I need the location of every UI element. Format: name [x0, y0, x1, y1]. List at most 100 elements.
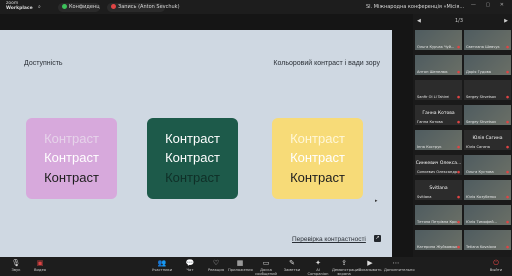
muted-mic-icon: ●: [456, 95, 460, 99]
muted-mic-icon: ●: [456, 70, 460, 74]
record-icon: [111, 4, 116, 9]
participant-name: Юлія Козубенко: [466, 195, 497, 199]
participant-tile[interactable]: Інна Кострук ●: [415, 130, 462, 150]
contrast-card-pink: Контраст Контраст Контраст: [26, 118, 117, 199]
window-title: Sl. Міжнародна конференція «Місія...: [366, 4, 465, 10]
toolbar-label: Дополнительно: [384, 268, 415, 272]
participant-name: Дарія Гудова: [466, 70, 491, 74]
toolbar-button[interactable]: ⏻ Выйти: [484, 259, 508, 272]
card-line: Контраст: [290, 131, 345, 146]
title-bar: zoom Workplace ⌕ Конфиденц Запись (Anton…: [0, 0, 512, 14]
participant-name: Sergey Shvetsov: [466, 120, 497, 124]
participant-tile[interactable]: Тетяна Петрівна Кри... ●: [415, 205, 462, 225]
search-icon[interactable]: ⌕: [38, 2, 41, 12]
video-off-icon: ▣: [36, 259, 44, 267]
participant-tile[interactable]: Ольга Курчак Чуй... ●: [415, 30, 462, 50]
leave-icon: ⏻: [493, 259, 499, 267]
contrast-card-green: Контраст Контраст Контраст: [147, 118, 238, 199]
muted-mic-icon: ●: [505, 95, 509, 99]
next-page-icon[interactable]: ▶: [504, 18, 508, 24]
participant-name: Юлія Сагина: [466, 145, 490, 149]
show-icon: ▶: [367, 259, 373, 267]
toolbar-label: Реакция: [207, 268, 225, 272]
muted-mic-icon: ●: [505, 220, 509, 224]
card-line: Контраст: [290, 170, 345, 185]
participant-name: Ольга Кустова: [466, 170, 494, 174]
participant-name: Ольга Курчак Чуй...: [417, 45, 455, 49]
toolbar-label: Приложения: [228, 268, 253, 272]
participant-tile[interactable]: Юлія Тимофей... ●: [464, 205, 511, 225]
shield-icon: [62, 4, 67, 9]
ai-companion-icon: ✦: [315, 259, 321, 267]
participant-tile[interactable]: Ганна Котова Ганна Котова ●: [415, 105, 462, 125]
slide-right-title: Кольоровий контраст і вади зору: [273, 60, 380, 67]
toolbar-button[interactable]: ▶ Показывать: [358, 259, 382, 272]
contrast-card-yellow: Контраст Контраст Контраст: [272, 118, 363, 199]
participant-name: Тетяна Петрівна Кри...: [417, 220, 460, 224]
participant-tile[interactable]: Ольга Кустова ●: [464, 155, 511, 175]
toolbar-button[interactable]: ▦ Приложения: [228, 259, 253, 272]
participant-big-name: Юлія Сагина: [472, 136, 503, 141]
shared-screen: Доступність Кольоровий контраст і вади з…: [0, 14, 413, 258]
toolbar-button[interactable]: ⋯ Дополнительно: [384, 259, 415, 272]
microphone-icon: 🎙: [11, 259, 21, 267]
participant-name: Юлія Тимофей...: [466, 220, 497, 224]
participant-name: Ганна Котова: [417, 120, 443, 124]
toolbar-label: Звук: [11, 268, 21, 272]
participant-tile[interactable]: Svitlana Svitlana ●: [415, 180, 462, 200]
meeting-toolbar: 🎙 Звук ▣ Видео 👥 Участники 💬 Чат ♡ Реакция ▦ Прилож…: [0, 257, 512, 276]
participant-tile[interactable]: Tetiana Kovalova ●: [464, 230, 511, 250]
apps-icon: ▦: [236, 259, 244, 267]
muted-mic-icon: ●: [456, 245, 460, 249]
participant-tile[interactable]: Синкевич Олекса... Синкевич Олександр ●: [415, 155, 462, 175]
toolbar-button[interactable]: 💬 Чат: [178, 259, 202, 272]
participant-tile[interactable]: Юлія Сагина Юлія Сагина ●: [464, 130, 511, 150]
toolbar-label: Заметки: [283, 268, 301, 272]
participant-name: Svitlana: [417, 195, 432, 199]
gallery-pager: ◀ 1/3 ▶: [413, 18, 512, 28]
muted-mic-icon: ●: [456, 195, 460, 199]
toolbar-button[interactable]: ♡ Реакция: [204, 259, 228, 272]
muted-mic-icon: ●: [505, 120, 509, 124]
cursor-icon: ▸: [375, 198, 378, 204]
participant-name: Інна Кострук: [417, 145, 442, 149]
participant-tile[interactable]: Светлана Шевчук ●: [464, 30, 511, 50]
muted-mic-icon: ●: [505, 195, 509, 199]
muted-mic-icon: ●: [505, 70, 509, 74]
card-line: Контраст: [44, 131, 99, 146]
toolbar-button[interactable]: ▭ Доска сообщений: [254, 259, 278, 276]
muted-mic-icon: ●: [456, 120, 460, 124]
participant-tile[interactable]: Sanfir Ol Ll Tahirel ●: [415, 80, 462, 100]
recording-label-wrap: Запись (Anton Sevchuk): [111, 2, 180, 12]
muted-mic-icon: ●: [456, 45, 460, 49]
participant-tile[interactable]: Катерина Жуйковська ●: [415, 230, 462, 250]
page-indicator: 1/3: [455, 18, 464, 24]
toolbar-button[interactable]: ✦ AI Companion: [306, 259, 330, 276]
participant-name: Антон Шепелюк: [417, 70, 448, 74]
participant-tile[interactable]: Дарія Гудова ●: [464, 55, 511, 75]
participant-big-name: Ганна Котова: [422, 111, 455, 116]
contrast-check-link[interactable]: Перевірка контрастності: [292, 236, 366, 243]
share-screen-icon: ⇪: [341, 259, 347, 267]
zoom-logo: zoom Workplace: [6, 1, 36, 11]
toolbar-button[interactable]: ▣ Видео: [28, 259, 52, 272]
whiteboard-icon: ▭: [262, 259, 270, 267]
participant-name: Синкевич Олександр: [417, 170, 458, 174]
muted-mic-icon: ●: [505, 145, 509, 149]
participant-tile[interactable]: Юлія Козубенко ●: [464, 180, 511, 200]
participant-tile[interactable]: Sergey Shvetsov ●: [464, 105, 511, 125]
toolbar-label: Видео: [33, 268, 46, 272]
toolbar-button[interactable]: 👥 Участники: [150, 259, 174, 272]
prev-page-icon[interactable]: ◀: [417, 18, 421, 24]
participant-tile[interactable]: Sergey Shvetsov ●: [464, 80, 511, 100]
toolbar-button[interactable]: ⇪ Демонстрация экрана: [332, 259, 361, 276]
participant-name: Sergey Shvetsov: [466, 95, 497, 99]
window-controls[interactable]: — ▢ ✕: [471, 2, 508, 8]
toolbar-button[interactable]: ✎ Заметки: [280, 259, 304, 272]
security-label: Конфиденц: [69, 4, 100, 10]
recording-label: Запись (Anton Sevchuk): [118, 4, 180, 10]
external-link-icon[interactable]: ↗: [374, 235, 381, 242]
toolbar-button[interactable]: 🎙 Звук: [4, 259, 28, 272]
card-line: Контраст: [44, 170, 99, 185]
participant-tile[interactable]: Антон Шепелюк ●: [415, 55, 462, 75]
